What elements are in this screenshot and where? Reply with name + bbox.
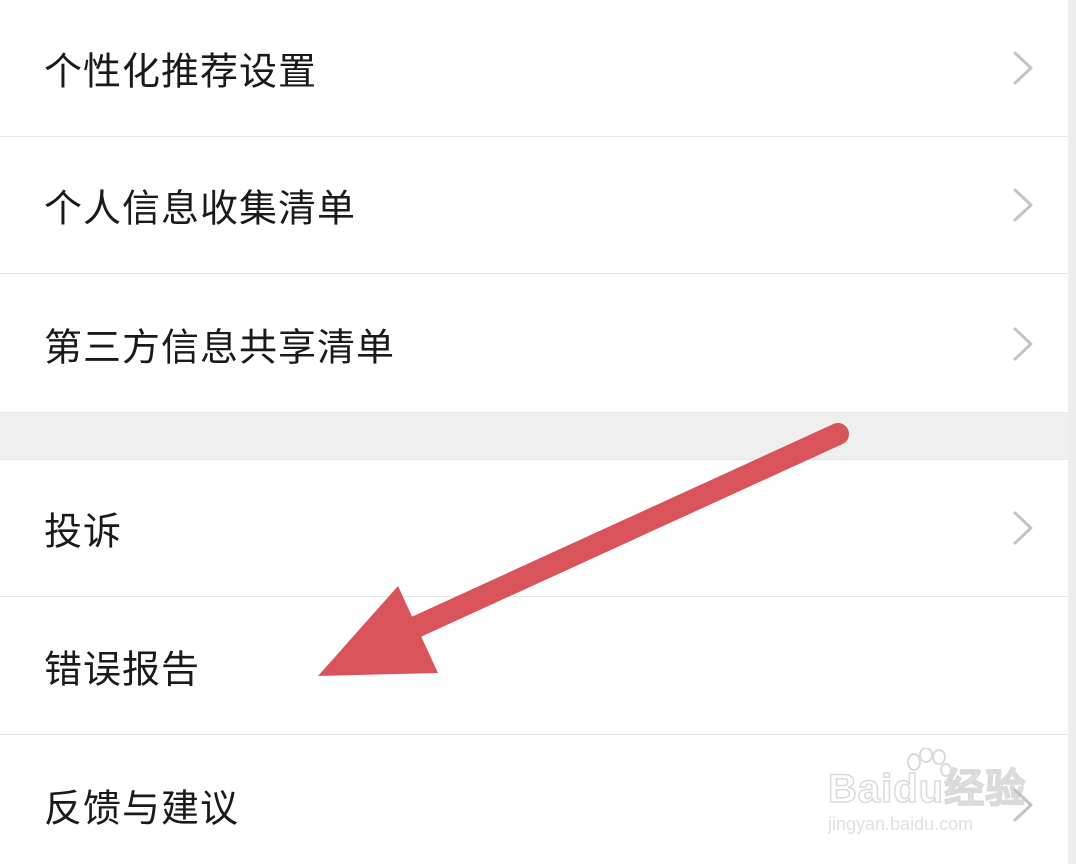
baidu-jingyan-watermark: Baidu经验 jingyan.baidu.com: [820, 748, 1030, 848]
menu-item-third-party-sharing[interactable]: 第三方信息共享清单: [0, 276, 1068, 413]
settings-screen: 个性化推荐设置 个人信息收集清单 第三方信息共享清单 投诉 错误报告 反馈与建议: [0, 0, 1076, 864]
menu-item-error-report[interactable]: 错误报告: [0, 598, 1068, 735]
chevron-right-icon: [1013, 327, 1033, 361]
menu-item-complaint[interactable]: 投诉: [0, 460, 1068, 597]
menu-item-label: 反馈与建议: [44, 786, 240, 830]
menu-item-label: 错误报告: [44, 647, 201, 692]
menu-item-label: 第三方信息共享清单: [44, 325, 396, 370]
menu-item-label: 个人信息收集清单: [44, 186, 357, 231]
chevron-right-icon: [1013, 51, 1033, 85]
section-gap: [0, 413, 1068, 460]
watermark-brand: Baidu经验: [827, 766, 1027, 812]
menu-item-label: 个性化推荐设置: [44, 49, 318, 94]
menu-item-personalized-recommendation[interactable]: 个性化推荐设置: [0, 0, 1068, 137]
menu-item-label: 投诉: [44, 509, 123, 554]
watermark-url: jingyan.baidu.com: [828, 814, 974, 834]
chevron-right-icon: [1013, 511, 1033, 545]
screen-edge: [1068, 0, 1076, 864]
menu-item-personal-info-collection[interactable]: 个人信息收集清单: [0, 137, 1068, 274]
chevron-right-icon: [1013, 188, 1033, 222]
